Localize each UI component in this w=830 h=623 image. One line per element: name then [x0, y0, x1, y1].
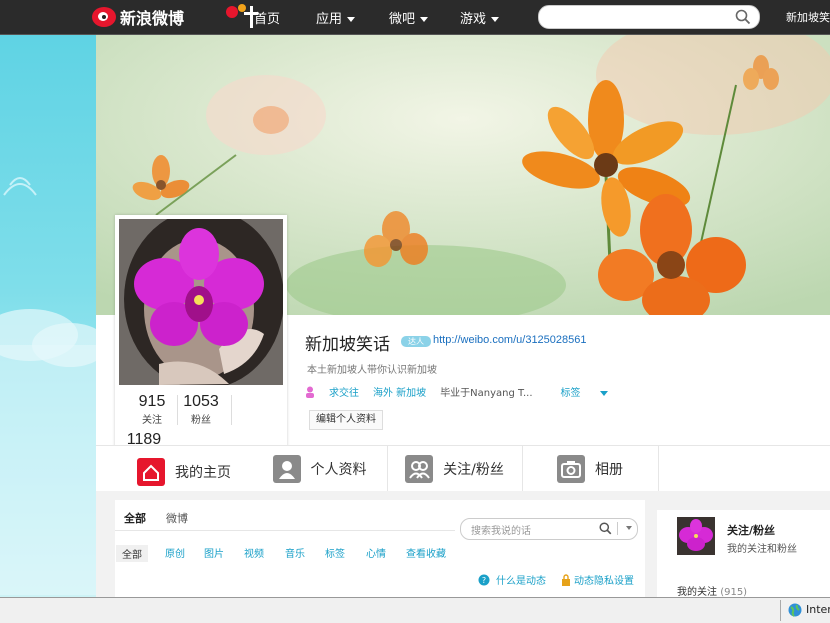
chevron-down-icon	[347, 17, 356, 22]
globe-icon	[788, 603, 802, 617]
camera-icon	[557, 455, 585, 483]
browser-status-bar: Inter	[0, 597, 830, 623]
avatar-card: 915 关注 1053 粉丝 1189	[115, 215, 287, 450]
divider	[231, 395, 232, 425]
top-navigation-bar: 新浪微博 首页 应用 微吧 游戏 新加坡笑	[0, 0, 830, 35]
tab-my-home[interactable]: 我的主页	[116, 446, 253, 495]
profile-tabs: 我的主页 个人资料 关注/粉丝 相册	[96, 445, 830, 495]
feed-tab-weibo[interactable]: 微博	[166, 510, 188, 526]
sidebar-title[interactable]: 关注/粉丝	[727, 522, 775, 538]
profile-name: 新加坡笑话	[305, 335, 390, 355]
privacy-settings-link[interactable]: 动态隐私设置	[561, 572, 634, 587]
category-mood[interactable]: 心情	[366, 545, 386, 560]
sidebar-subtitle: 我的关注和粉丝	[727, 544, 797, 555]
feed-search-input[interactable]: 搜索我说的话	[460, 518, 638, 540]
divider	[617, 522, 618, 535]
category-favorites[interactable]: 查看收藏	[406, 545, 446, 560]
location-link[interactable]: 海外 新加坡	[373, 384, 426, 399]
profile-icon	[272, 455, 301, 483]
category-tags[interactable]: 标签	[325, 545, 345, 560]
nav-weiba[interactable]: 微吧	[389, 8, 429, 27]
weibo-logo[interactable]: 新浪微博	[92, 4, 258, 30]
cloud-decoration	[0, 177, 108, 595]
search-icon[interactable]	[599, 522, 612, 535]
feed-tab-all[interactable]: 全部	[124, 510, 146, 526]
following-count[interactable]: 915 关注	[125, 393, 179, 426]
my-following-label[interactable]: 我的关注 (915)	[677, 583, 747, 598]
page-background	[0, 35, 108, 597]
avatar[interactable]	[677, 517, 715, 555]
category-music[interactable]: 音乐	[285, 545, 305, 560]
divider	[115, 530, 455, 531]
category-original[interactable]: 原创	[165, 545, 185, 560]
relationship-link[interactable]: 求交往	[329, 384, 359, 399]
search-icon[interactable]	[735, 9, 751, 25]
verified-badge[interactable]: 达人	[401, 336, 431, 347]
nav-apps[interactable]: 应用	[316, 8, 356, 27]
tab-follow-fans[interactable]: 关注/粉丝	[387, 446, 523, 492]
lock-icon	[562, 573, 570, 586]
tab-album[interactable]: 相册	[522, 446, 659, 492]
sidebar-follow-panel: 关注/粉丝 我的关注和粉丝 我的关注 (915)	[657, 510, 830, 598]
fans-count[interactable]: 1053 粉丝	[177, 393, 225, 426]
chevron-down-icon[interactable]	[626, 526, 632, 530]
home-icon	[137, 458, 165, 486]
category-pictures[interactable]: 图片	[204, 545, 224, 560]
search-input[interactable]	[538, 5, 760, 29]
chevron-down-icon	[491, 17, 500, 22]
category-videos[interactable]: 视频	[244, 545, 264, 560]
school-text: 毕业于Nanyang T...	[440, 388, 533, 399]
profile-url-link[interactable]: http://weibo.com/u/3125028561	[433, 334, 587, 346]
question-icon: ?	[478, 574, 490, 585]
people-icon	[405, 455, 434, 483]
tags-dropdown[interactable]: 标签	[561, 384, 608, 399]
security-zone-label: Inter	[806, 603, 830, 616]
divider	[780, 600, 781, 621]
help-link[interactable]: ? 什么是动态	[478, 572, 546, 587]
profile-bio: 本土新加坡人带你认识新加坡	[307, 365, 437, 376]
logo-text: 新浪微博	[120, 9, 185, 28]
category-all[interactable]: 全部	[116, 545, 148, 562]
avatar[interactable]	[119, 219, 283, 385]
nav-home[interactable]: 首页	[254, 8, 280, 27]
weibo-eye-icon	[92, 7, 116, 27]
tab-profile[interactable]: 个人资料	[252, 446, 388, 492]
user-nickname-link[interactable]: 新加坡笑	[786, 9, 830, 25]
chevron-down-icon	[420, 17, 429, 22]
svg-text:?: ?	[482, 576, 486, 585]
profile-meta: 求交往 海外 新加坡 毕业于Nanyang T... 标签	[305, 384, 622, 399]
female-icon	[306, 386, 314, 398]
edit-profile-button[interactable]: 编辑个人资料	[309, 410, 383, 430]
avatar-orchid-image	[119, 219, 283, 385]
chevron-down-icon	[599, 390, 608, 396]
nav-games[interactable]: 游戏	[460, 8, 500, 27]
avatar-orchid-image	[677, 517, 715, 555]
